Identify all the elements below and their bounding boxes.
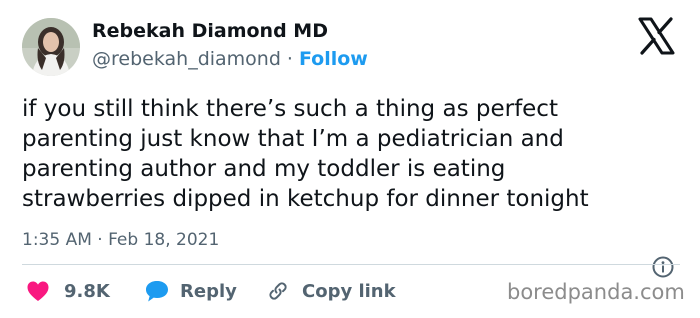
author-handle[interactable]: @rebekah_diamond: [92, 48, 281, 70]
copy-link-button[interactable]: Copy link: [266, 276, 396, 306]
watermark: boredpanda.com: [507, 280, 685, 304]
tweet-text-line: if you still think there’s such a thing …: [22, 96, 558, 122]
avatar[interactable]: [22, 18, 80, 76]
like-count: 9.8K: [64, 280, 110, 302]
author-handle-row: @rebekah_diamond · Follow: [92, 48, 368, 70]
info-icon[interactable]: [652, 256, 674, 278]
like-button[interactable]: 9.8K: [26, 276, 110, 306]
profile-photo: [22, 18, 80, 76]
x-logo-icon[interactable]: [636, 16, 676, 56]
tweet-text: if you still think there’s such a thing …: [22, 94, 682, 214]
copy-link-label: Copy link: [302, 280, 396, 302]
tweet-text-line: parenting author and my toddler is eatin…: [22, 156, 506, 182]
tweet-text-line: parenting just know that I’m a pediatric…: [22, 126, 564, 152]
separator-dot: ·: [286, 48, 293, 70]
author-display-name[interactable]: Rebekah Diamond MD: [92, 20, 328, 42]
tweet-timestamp[interactable]: 1:35 AM · Feb 18, 2021: [22, 230, 219, 250]
tweet-text-line: strawberries dipped in ketchup for dinne…: [22, 186, 589, 212]
heart-icon: [26, 280, 50, 302]
reply-button[interactable]: Reply: [144, 276, 237, 306]
reply-label: Reply: [180, 280, 237, 302]
speech-bubble-icon: [144, 279, 170, 303]
follow-button[interactable]: Follow: [299, 48, 368, 70]
divider: [22, 264, 680, 265]
link-icon: [266, 279, 290, 303]
